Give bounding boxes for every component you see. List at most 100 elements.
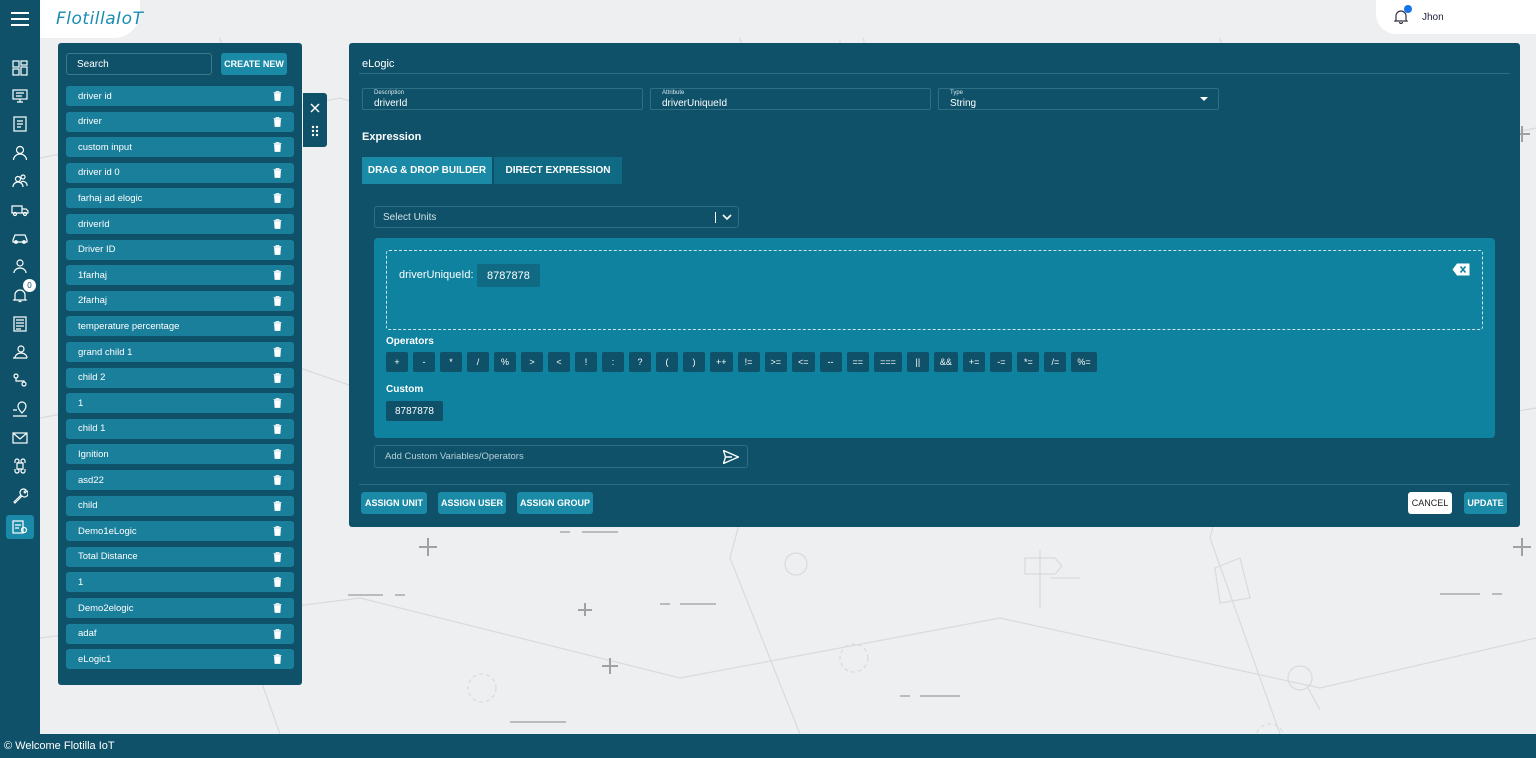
list-item[interactable]: asd22 xyxy=(66,470,294,490)
list-item[interactable]: 2farhaj xyxy=(66,290,294,311)
list-item[interactable]: driver id xyxy=(66,86,294,106)
sidebar-item-cars[interactable] xyxy=(6,226,34,250)
sidebar-item-groups[interactable] xyxy=(6,169,34,193)
trash-icon[interactable] xyxy=(273,244,282,255)
list-item[interactable]: child 1 xyxy=(66,418,294,439)
list-item[interactable]: farhaj ad elogic xyxy=(66,188,294,209)
list-item[interactable]: child xyxy=(66,495,294,516)
assign-unit-button[interactable]: ASSIGN UNIT xyxy=(361,492,427,514)
description-field[interactable]: Description driverId xyxy=(362,88,643,110)
trash-icon[interactable] xyxy=(273,398,282,409)
trash-icon[interactable] xyxy=(273,347,282,357)
tab-drag-drop-builder[interactable]: DRAG & DROP BUILDER xyxy=(362,157,492,184)
update-button[interactable]: UPDATE xyxy=(1464,492,1507,514)
drag-handle-icon[interactable] xyxy=(311,125,319,137)
list-item[interactable]: temperature percentage xyxy=(66,316,294,337)
operator-button[interactable]: %= xyxy=(1071,352,1097,372)
list-item[interactable]: driver xyxy=(66,111,294,132)
list-item[interactable]: Demo2elogic xyxy=(66,598,294,618)
trash-icon[interactable] xyxy=(273,654,282,665)
logo[interactable]: FlotillaIoT xyxy=(40,0,143,38)
select-units-dropdown[interactable]: Select Units xyxy=(374,206,739,228)
cancel-button[interactable]: CANCEL xyxy=(1408,492,1452,514)
custom-chip[interactable]: 8787878 xyxy=(386,401,443,421)
notifications-button[interactable] xyxy=(1393,5,1412,25)
operator-button[interactable]: ++ xyxy=(710,352,733,372)
trash-icon[interactable] xyxy=(273,449,282,460)
list-item[interactable]: driverId xyxy=(66,214,294,234)
operator-button[interactable]: >= xyxy=(764,352,788,372)
list-item[interactable]: child 2 xyxy=(66,367,294,388)
operator-button[interactable]: != xyxy=(737,352,760,372)
send-icon[interactable] xyxy=(723,450,739,464)
sidebar-item-alerts[interactable]: 0 xyxy=(6,279,36,307)
trash-icon[interactable] xyxy=(273,500,282,511)
operator-button[interactable]: + xyxy=(386,352,408,372)
operator-button[interactable]: ( xyxy=(656,352,678,372)
backspace-icon[interactable] xyxy=(1452,263,1470,276)
operator-button[interactable]: ! xyxy=(575,352,597,372)
operator-button[interactable]: <= xyxy=(792,352,815,372)
operator-button[interactable]: < xyxy=(548,352,570,372)
tab-direct-expression[interactable]: DIRECT EXPRESSION xyxy=(494,157,622,184)
operator-button[interactable]: : xyxy=(602,352,624,372)
sidebar-item-locations[interactable] xyxy=(6,397,34,421)
trash-icon[interactable] xyxy=(273,526,282,537)
attribute-field[interactable]: Attribute driverUniqueId xyxy=(650,88,931,110)
list-item[interactable]: grand child 1 xyxy=(66,342,294,362)
sidebar-item-messages[interactable] xyxy=(6,426,34,450)
operator-button[interactable]: % xyxy=(494,352,516,372)
sidebar-item-routes[interactable] xyxy=(6,368,34,392)
sidebar-item-elogic[interactable] xyxy=(6,515,34,539)
operator-button[interactable]: / xyxy=(467,352,489,372)
sidebar-item-trucks[interactable] xyxy=(6,198,34,222)
trash-icon[interactable] xyxy=(273,91,282,101)
operator-button[interactable]: && xyxy=(933,352,958,372)
type-select[interactable]: Type String xyxy=(938,88,1219,110)
operator-button[interactable]: -- xyxy=(819,352,842,372)
assign-group-button[interactable]: ASSIGN GROUP xyxy=(517,492,593,514)
user-menu[interactable]: Jhon xyxy=(1376,0,1536,34)
trash-icon[interactable] xyxy=(273,167,282,178)
menu-toggle[interactable] xyxy=(0,0,40,38)
operator-button[interactable]: /= xyxy=(1044,352,1067,372)
operator-button[interactable]: -= xyxy=(990,352,1013,372)
trash-icon[interactable] xyxy=(273,295,282,306)
operator-button[interactable]: || xyxy=(906,352,929,372)
list-item[interactable]: 1farhaj xyxy=(66,265,294,286)
operator-button[interactable]: == xyxy=(846,352,870,372)
list-item[interactable]: Demo1eLogic xyxy=(66,521,294,542)
trash-icon[interactable] xyxy=(273,142,282,153)
operator-button[interactable]: > xyxy=(521,352,543,372)
assign-user-button[interactable]: ASSIGN USER xyxy=(438,492,506,514)
sidebar-item-checklist[interactable] xyxy=(6,112,34,136)
list-item[interactable]: driver id 0 xyxy=(66,162,294,183)
list-item[interactable]: Total Distance xyxy=(66,546,294,567)
trash-icon[interactable] xyxy=(273,270,282,281)
list-item[interactable]: eLogic1 xyxy=(66,649,294,670)
trash-icon[interactable] xyxy=(273,628,282,639)
trash-icon[interactable] xyxy=(273,423,282,434)
sidebar-item-monitor[interactable] xyxy=(6,84,34,108)
expression-chip[interactable]: 8787878 xyxy=(477,264,540,287)
operator-button[interactable]: += xyxy=(962,352,986,372)
search-input[interactable]: Search xyxy=(66,53,212,75)
operator-button[interactable]: ) xyxy=(683,352,705,372)
trash-icon[interactable] xyxy=(273,321,282,332)
list-item[interactable]: Ignition xyxy=(66,444,294,465)
close-icon[interactable] xyxy=(310,103,320,113)
sidebar-item-dashboard[interactable] xyxy=(6,56,34,80)
trash-icon[interactable] xyxy=(273,551,282,562)
list-item[interactable]: custom input xyxy=(66,137,294,158)
operator-button[interactable]: *= xyxy=(1017,352,1040,372)
trash-icon[interactable] xyxy=(273,577,282,588)
operator-button[interactable]: ? xyxy=(629,352,651,372)
sidebar-item-reports[interactable] xyxy=(6,312,34,336)
trash-icon[interactable] xyxy=(273,372,282,383)
list-item[interactable]: 1 xyxy=(66,393,294,414)
list-item[interactable]: 1 xyxy=(66,572,294,593)
trash-icon[interactable] xyxy=(273,219,282,229)
sidebar-item-users[interactable] xyxy=(6,141,34,165)
create-new-button[interactable]: CREATE NEW xyxy=(221,53,287,75)
trash-icon[interactable] xyxy=(273,603,282,613)
